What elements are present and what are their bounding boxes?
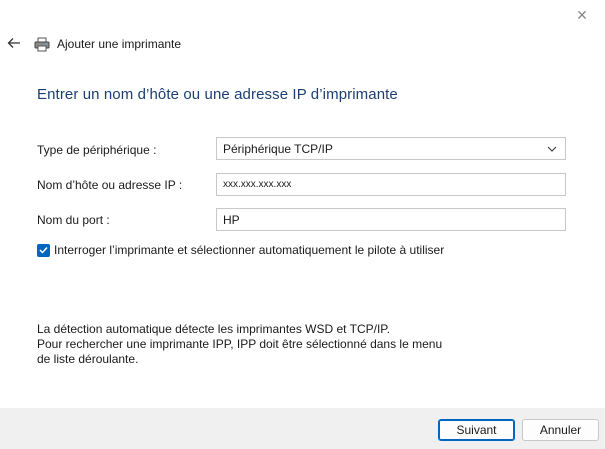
auto-driver-option[interactable]: Interroger l’imprimante et sélectionner … — [37, 243, 444, 257]
checkmark-icon — [39, 246, 48, 254]
device-type-value: Périphérique TCP/IP — [223, 141, 333, 156]
cancel-button[interactable]: Annuler — [522, 419, 599, 441]
back-button[interactable] — [4, 32, 24, 54]
hostname-input[interactable]: xxx.xxx.xxx.xxx — [216, 173, 566, 196]
page-heading: Entrer un nom d’hôte ou une adresse IP d… — [37, 86, 398, 103]
info-line: Pour rechercher une imprimante IPP, IPP … — [37, 337, 443, 351]
dialog-title: Ajouter une imprimante — [34, 35, 181, 53]
next-button[interactable]: Suivant — [438, 419, 515, 441]
info-line: de liste déroulante. — [37, 352, 139, 366]
port-value: HP — [223, 212, 240, 227]
hostname-label: Nom d’hôte ou adresse IP : — [37, 178, 183, 192]
port-label: Nom du port : — [37, 213, 110, 227]
back-arrow-icon — [7, 38, 20, 48]
auto-driver-checkbox[interactable] — [37, 243, 50, 257]
device-type-label: Type de périphérique : — [37, 143, 157, 157]
port-input[interactable]: HP — [216, 208, 566, 231]
chevron-down-icon — [547, 146, 557, 152]
dialog-title-text: Ajouter une imprimante — [57, 37, 182, 51]
info-line: La détection automatique détecte les imp… — [37, 322, 391, 336]
close-button[interactable]: ✕ — [559, 0, 605, 30]
device-type-select[interactable]: Périphérique TCP/IP — [216, 137, 566, 160]
info-text: La détection automatique détecte les imp… — [37, 322, 457, 367]
auto-driver-label: Interroger l’imprimante et sélectionner … — [54, 243, 445, 257]
hostname-value: xxx.xxx.xxx.xxx — [223, 179, 292, 190]
close-icon: ✕ — [576, 6, 588, 23]
add-printer-dialog: ✕ Ajouter une imprimante Entrer un nom d… — [0, 0, 606, 449]
printer-icon — [34, 37, 50, 51]
